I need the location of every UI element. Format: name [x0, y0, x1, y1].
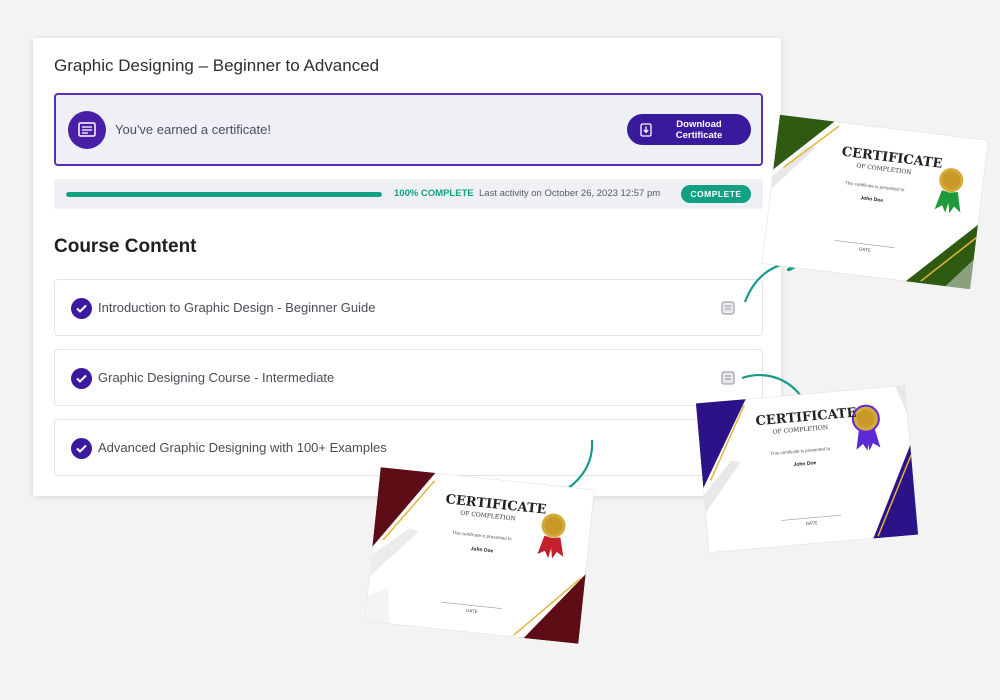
arrow-to-green-certificate	[743, 262, 800, 303]
certificate-card-red: CERTIFICATE OF COMPLETION This certifica…	[363, 466, 596, 645]
certificate-card-purple: CERTIFICATE OF COMPLETION This certifica…	[695, 384, 919, 554]
certificate-date-label: DATE	[805, 520, 818, 527]
certificate-card-green: CERTIFICATE OF COMPLETION This certifica…	[761, 114, 989, 290]
certificate-date-label: DATE	[465, 607, 479, 615]
